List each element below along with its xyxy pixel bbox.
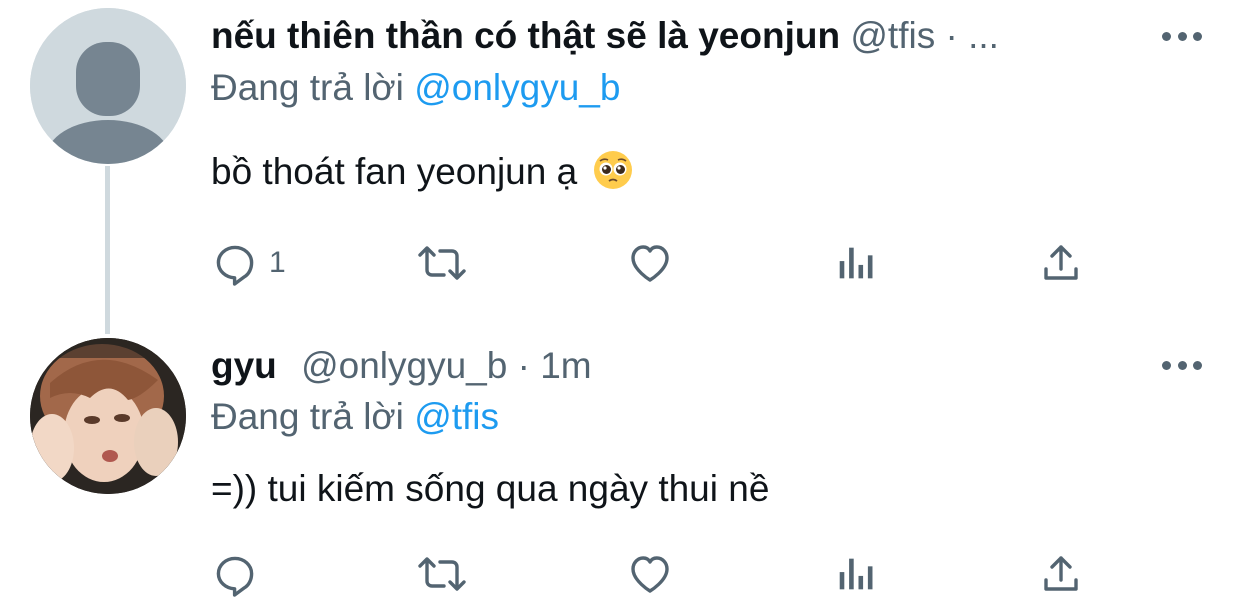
share-button[interactable] xyxy=(1037,548,1085,600)
tweet-header: gyu @onlygyu_b · 1m xyxy=(211,341,1202,391)
retweet-icon xyxy=(418,557,466,591)
display-name[interactable]: gyu xyxy=(211,345,277,386)
more-options-button[interactable] xyxy=(1162,358,1202,372)
default-avatar-icon xyxy=(30,8,186,164)
avatar[interactable] xyxy=(30,338,186,494)
like-icon xyxy=(631,245,669,282)
share-icon xyxy=(1044,556,1078,591)
reply-button[interactable] xyxy=(211,548,269,600)
share-icon xyxy=(1044,245,1078,280)
reply-prefix: Đang trả lời xyxy=(211,67,404,108)
like-button[interactable] xyxy=(625,237,675,289)
like-button[interactable] xyxy=(625,548,675,600)
more-icon xyxy=(1162,360,1171,370)
reply-context: Đang trả lời @tfis xyxy=(211,393,1202,441)
tweet-text: bồ thoát fan yeonjun ạ xyxy=(211,148,1202,196)
retweet-button[interactable] xyxy=(414,548,470,600)
more-options-button[interactable] xyxy=(1162,29,1202,43)
handle-and-time[interactable]: @onlygyu_b · 1m xyxy=(301,345,592,386)
reply-mention-link[interactable]: @onlygyu_b xyxy=(414,67,620,108)
thread-line xyxy=(105,166,110,334)
tweet-text-content: =)) tui kiếm sống qua ngày thui nề xyxy=(211,468,770,509)
analytics-icon xyxy=(839,247,873,279)
retweet-icon xyxy=(418,246,466,280)
reply-count: 1 xyxy=(269,246,286,279)
reply-icon xyxy=(216,245,254,286)
reply-prefix: Đang trả lời xyxy=(211,396,404,437)
tweet-text: =)) tui kiếm sống qua ngày thui nề xyxy=(211,465,1202,513)
reply-context: Đang trả lời @onlygyu_b xyxy=(211,64,1202,112)
analytics-button[interactable] xyxy=(833,548,879,600)
tweet-text-content: bồ thoát fan yeonjun ạ xyxy=(211,151,578,192)
reply-icon xyxy=(216,556,254,597)
more-icon xyxy=(1162,31,1171,41)
analytics-icon xyxy=(839,558,873,590)
reply-button[interactable]: 1 xyxy=(211,237,286,289)
like-icon xyxy=(631,556,669,593)
reply-mention-link[interactable]: @tfis xyxy=(414,396,499,437)
retweet-button[interactable] xyxy=(414,237,470,289)
handle-and-time[interactable]: @tfis · ... xyxy=(850,15,999,56)
analytics-button[interactable] xyxy=(833,237,879,289)
pleading-face-emoji-icon xyxy=(594,151,633,189)
tweet-actions: 1 xyxy=(211,237,1091,289)
tweet-header: nếu thiên thần có thật sẽ là yeonjun @tf… xyxy=(211,11,1202,61)
display-name[interactable]: nếu thiên thần có thật sẽ là yeonjun xyxy=(211,15,840,56)
tweet-actions xyxy=(211,548,1091,600)
avatar[interactable] xyxy=(30,8,186,164)
share-button[interactable] xyxy=(1037,237,1085,289)
photo-avatar-icon xyxy=(30,338,186,494)
